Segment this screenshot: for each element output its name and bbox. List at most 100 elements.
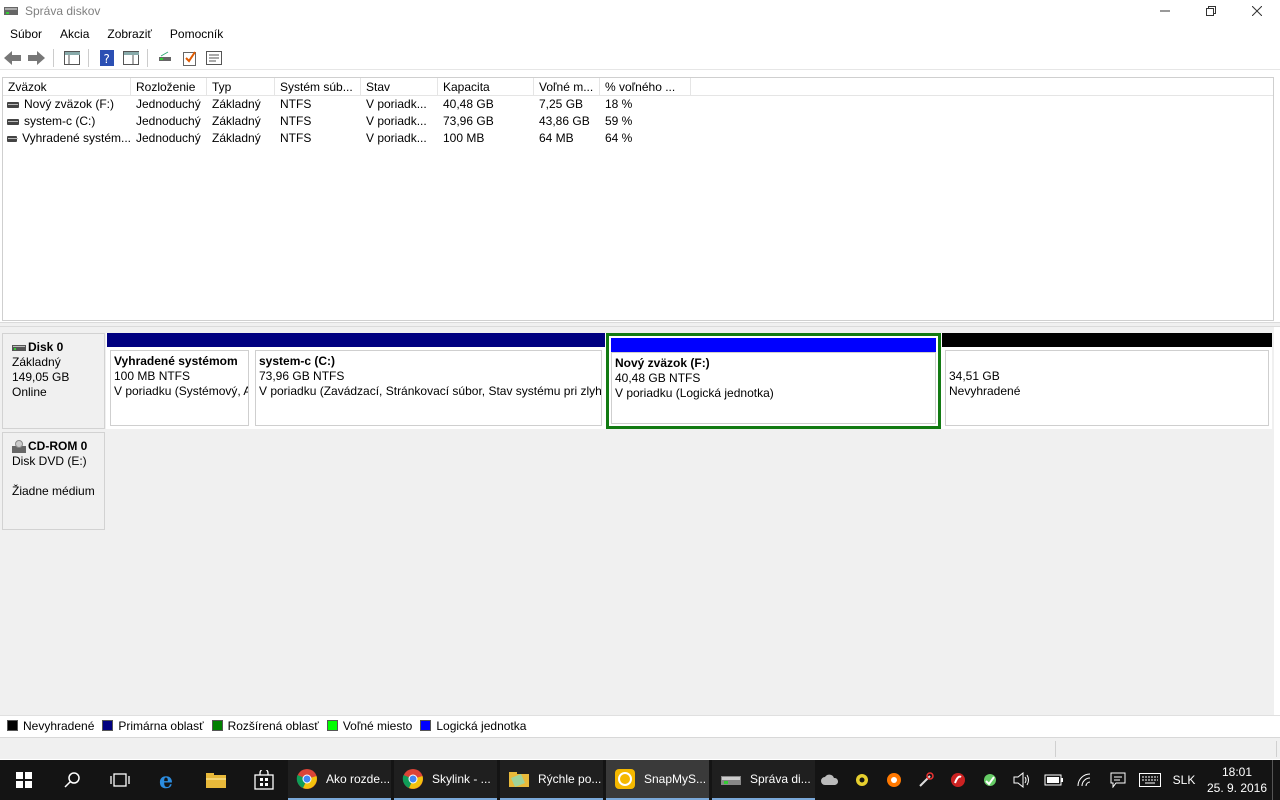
tray-app-button[interactable] <box>846 760 878 800</box>
partition-body: Vyhradené systémom 100 MB NTFS V poriadk… <box>110 350 249 426</box>
type-cell: Základný <box>212 97 261 111</box>
connect-drive-button[interactable] <box>155 48 177 68</box>
file-system-cell: NTFS <box>280 114 312 128</box>
toolbar-separator <box>147 48 148 67</box>
close-button[interactable] <box>1234 0 1280 22</box>
language-indicator[interactable]: SLK <box>1166 773 1202 787</box>
volume-button[interactable] <box>1006 760 1038 800</box>
menu-file[interactable]: Súbor <box>0 27 50 41</box>
volume-name: Vyhradené systém... <box>22 131 131 145</box>
tray-app-button[interactable] <box>974 760 1006 800</box>
legend-label: Primárna oblasť <box>118 718 204 733</box>
free-space-cell: 7,25 GB <box>539 97 584 111</box>
cloud-icon <box>821 774 839 785</box>
menu-help[interactable]: Pomocník <box>160 27 231 41</box>
legend-label: Voľné miesto <box>342 718 413 733</box>
partition-status: V poriadku (Zavádzací, Stránkovací súbor… <box>259 384 602 398</box>
file-explorer-button[interactable] <box>192 760 240 800</box>
properties-button[interactable] <box>203 48 225 68</box>
volume-icon <box>7 135 19 142</box>
partition-new-volume-f[interactable]: Nový zväzok (F:) 40,48 GB NTFS V poriadk… <box>606 333 941 429</box>
table-row[interactable]: system-c (C:) Jednoduchý Základný NTFS V… <box>3 113 1273 130</box>
column-header-volume[interactable]: Zväzok <box>3 78 131 96</box>
tools-icon <box>919 772 934 787</box>
show-desktop-button[interactable] <box>1272 760 1280 800</box>
table-row[interactable]: Vyhradené systém... Jednoduchý Základný … <box>3 130 1273 147</box>
tray-app-button[interactable] <box>910 760 942 800</box>
cloud-tray-button[interactable] <box>814 760 846 800</box>
menu-view[interactable]: Zobraziť <box>97 27 160 41</box>
column-header-file-system[interactable]: Systém súb... <box>275 78 361 96</box>
task-view-button[interactable] <box>96 760 144 800</box>
table-row[interactable]: Nový zväzok (F:) Jednoduchý Základný NTF… <box>3 96 1273 113</box>
column-header-layout[interactable]: Rozloženie <box>131 78 207 96</box>
taskbar-app-disk-management[interactable]: Správa di... <box>712 760 815 800</box>
disk-name-text: CD-ROM 0 <box>28 439 88 453</box>
wifi-button[interactable] <box>1070 760 1102 800</box>
partition-color-bar <box>942 333 1272 347</box>
partition-status: Nevyhradené <box>949 384 1021 398</box>
taskbar-app-chrome-1[interactable]: Ako rozde... <box>288 760 391 800</box>
column-header-type[interactable]: Typ <box>207 78 275 96</box>
system-tray: SLK 18:01 25. 9. 2016 <box>814 760 1280 800</box>
taskbar-app-label: Správa di... <box>750 772 811 786</box>
menu-action[interactable]: Akcia <box>50 27 97 41</box>
partition-name: Vyhradené systémom <box>114 354 238 368</box>
show-hide-action-pane-button[interactable] <box>120 48 142 68</box>
start-button[interactable] <box>0 760 48 800</box>
legend-item: Primárna oblasť <box>102 718 204 733</box>
partition-unallocated[interactable]: 34,51 GB Nevyhradené <box>942 333 1272 429</box>
column-header-status[interactable]: Stav <box>361 78 438 96</box>
store-button[interactable] <box>240 760 288 800</box>
partition-system-c[interactable]: system-c (C:) 73,96 GB NTFS V poriadku (… <box>252 333 605 429</box>
tray-app-button[interactable] <box>878 760 910 800</box>
action-pane-icon <box>123 50 139 65</box>
taskbar-app-quick-access[interactable]: Rýchle po... <box>500 760 603 800</box>
help-button[interactable]: ? <box>96 48 118 68</box>
disk-label-cdrom-0[interactable]: CD-ROM 0 Disk DVD (E:) Žiadne médium <box>2 432 105 530</box>
close-icon <box>1252 6 1262 16</box>
column-header-free-space[interactable]: Voľné m... <box>534 78 600 96</box>
minimize-button[interactable] <box>1142 0 1188 22</box>
checklist-icon <box>183 50 196 66</box>
battery-button[interactable] <box>1038 760 1070 800</box>
partition-color-bar <box>252 333 605 347</box>
legend-swatch <box>326 720 338 731</box>
partition-size: 73,96 GB NTFS <box>259 369 345 383</box>
partition-body: system-c (C:) 73,96 GB NTFS V poriadku (… <box>255 350 602 426</box>
forward-button[interactable] <box>26 48 48 68</box>
clock[interactable]: 18:01 25. 9. 2016 <box>1202 764 1272 796</box>
back-button[interactable] <box>2 48 24 68</box>
disk-label-disk-0[interactable]: Disk 0 Základný 149,05 GB Online <box>2 333 105 429</box>
legend-swatch <box>102 720 114 731</box>
check-properties-button[interactable] <box>179 48 201 68</box>
partition-status: V poriadku (Systémový, Aktívny, Primárna… <box>114 384 248 398</box>
disk-name: Disk 0 <box>12 340 104 355</box>
toolbar-separator <box>53 48 54 67</box>
show-hide-console-tree-button[interactable] <box>61 48 83 68</box>
column-header-capacity[interactable]: Kapacita <box>438 78 534 96</box>
partition-size: 40,48 GB NTFS <box>615 371 701 385</box>
disk-partitions-disk-0: Vyhradené systémom 100 MB NTFS V poriadk… <box>106 333 1272 429</box>
taskbar: e Ako rozde... Skylink - ... Rýchle po..… <box>0 760 1280 800</box>
column-header-percent-free[interactable]: % voľného ... <box>600 78 691 96</box>
taskbar-app-snapmyscreen[interactable]: SnapMyS... <box>606 760 709 800</box>
notifications-button[interactable] <box>1102 760 1134 800</box>
tray-app-button[interactable] <box>942 760 974 800</box>
search-button[interactable] <box>48 760 96 800</box>
clock-time: 18:01 <box>1221 765 1253 779</box>
edge-button[interactable]: e <box>144 760 192 800</box>
legend-item: Rozšírená oblasť <box>211 719 319 733</box>
disk-status: Žiadne médium <box>12 484 95 498</box>
taskbar-app-chrome-2[interactable]: Skylink - ... <box>394 760 497 800</box>
battery-icon <box>1044 774 1063 786</box>
partition-body: Nový zväzok (F:) 40,48 GB NTFS V poriadk… <box>611 352 936 424</box>
graphical-disk-view: Disk 0 Základný 149,05 GB Online Vyhrade… <box>0 327 1274 715</box>
maximize-button[interactable] <box>1188 0 1234 22</box>
partition-system-reserved[interactable]: Vyhradené systémom 100 MB NTFS V poriadk… <box>107 333 252 429</box>
touch-keyboard-button[interactable] <box>1134 760 1166 800</box>
avast-icon <box>887 773 901 787</box>
partition-color-bar <box>107 333 252 347</box>
chrome-icon <box>402 769 423 789</box>
disk-empty-area-cdrom-0 <box>106 432 1272 530</box>
